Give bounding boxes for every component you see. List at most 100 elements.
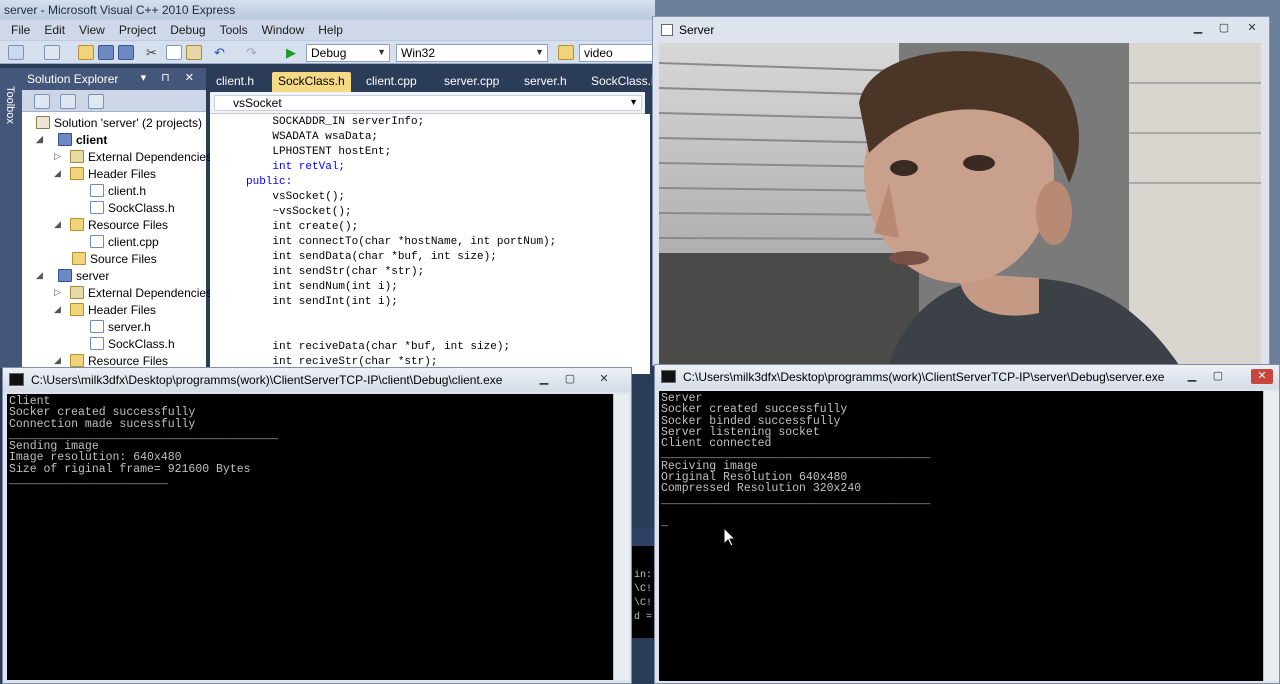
chevron-down-icon: ▼ <box>377 47 386 57</box>
menu-help[interactable]: Help <box>311 20 350 40</box>
save-icon[interactable] <box>98 45 114 60</box>
header-file-icon <box>90 320 104 333</box>
mouse-cursor-icon <box>724 528 736 547</box>
minimize-button[interactable]: ▁ <box>533 372 555 387</box>
header-file-icon <box>90 337 104 350</box>
code-line: int reciveData(char *buf, int size); <box>246 341 511 353</box>
menu-file[interactable]: File <box>4 20 37 40</box>
dependencies-icon <box>70 286 84 299</box>
background-console-peek: in: \C! \C! d = <box>630 528 656 638</box>
minimize-button[interactable]: ▁ <box>1187 21 1209 36</box>
tree-item-file[interactable]: client.cpp <box>90 233 159 250</box>
menu-project[interactable]: Project <box>112 20 163 40</box>
menu-tools[interactable]: Tools <box>213 20 255 40</box>
vertical-scrollbar[interactable] <box>1263 391 1279 681</box>
chevron-down-icon: ▼ <box>629 97 638 107</box>
window-icon <box>661 24 673 36</box>
maximize-button[interactable]: ▢ <box>1213 21 1235 36</box>
expand-icon[interactable]: ▷ <box>54 151 61 162</box>
menu-edit[interactable]: Edit <box>37 20 72 40</box>
maximize-button[interactable]: ▢ <box>1207 369 1229 384</box>
find-combo[interactable]: video <box>579 44 655 62</box>
cut-icon[interactable]: ✂ <box>146 45 162 60</box>
code-line: int create(); <box>246 221 359 233</box>
tree-item-external-deps[interactable]: ▷ External Dependencies <box>54 148 212 165</box>
add-item-icon[interactable] <box>44 45 60 60</box>
console-icon <box>9 373 24 386</box>
vertical-scrollbar[interactable] <box>613 394 629 680</box>
server-window-titlebar[interactable]: Server <box>653 17 1269 43</box>
server-console-window: C:\Users\milk3dfx\Desktop\programms(work… <box>654 364 1280 684</box>
menu-view[interactable]: View <box>72 20 112 40</box>
tree-item-resource-files[interactable]: ◢ Resource Files <box>54 216 168 233</box>
code-line: int connectTo(char *hostName, int portNu… <box>246 236 557 248</box>
solution-explorer-header: Solution Explorer ▾ ⊓ ✕ <box>22 68 206 90</box>
tree-item-file[interactable]: SockClass.h <box>90 335 175 352</box>
editor-tab-strip: client.h SockClass.h client.cpp server.c… <box>210 68 658 92</box>
panel-controls[interactable]: ▾ ⊓ ✕ <box>141 71 200 84</box>
vs-menu-bar: File Edit View Project Debug Tools Windo… <box>0 20 655 40</box>
maximize-button[interactable]: ▢ <box>559 372 581 387</box>
code-line: vsSocket(); <box>246 191 346 203</box>
collapse-icon[interactable]: ◢ <box>54 355 61 366</box>
tree-item-client-project[interactable]: ◢ client <box>36 131 107 148</box>
chevron-down-icon: ▼ <box>535 47 544 57</box>
close-button[interactable]: ✕ <box>1251 369 1273 384</box>
tab-server-h[interactable]: server.h <box>518 72 573 92</box>
new-project-icon[interactable] <box>8 45 24 60</box>
folder-icon <box>72 252 86 265</box>
configuration-select[interactable]: Debug ▼ <box>306 44 390 62</box>
header-file-icon <box>90 201 104 214</box>
copy-icon[interactable] <box>166 45 182 60</box>
collapse-icon[interactable]: ◢ <box>36 134 43 145</box>
code-line: SOCKADDR_IN serverInfo; <box>246 116 425 128</box>
tree-item-header-files[interactable]: ◢ Header Files <box>54 165 156 182</box>
type-scope-select[interactable]: vsSocket ▼ <box>214 95 642 111</box>
server-console-output: Server Socker created successfully Socke… <box>659 391 1263 681</box>
vs-toolbar: ✂ ↶ ↷ ▶ Debug ▼ Win32 ▼ video <box>0 40 655 64</box>
tree-item-solution[interactable]: Solution 'server' (2 projects) <box>36 114 202 131</box>
find-in-files-icon[interactable] <box>558 45 574 60</box>
open-file-icon[interactable] <box>78 45 94 60</box>
undo-icon[interactable]: ↶ <box>214 45 230 60</box>
tree-item-file[interactable]: SockClass.h <box>90 199 175 216</box>
menu-window[interactable]: Window <box>255 20 312 40</box>
toolbox-tab[interactable]: Toolbox <box>0 68 22 368</box>
tree-item-source-files[interactable]: Source Files <box>72 250 157 267</box>
properties-icon[interactable] <box>34 94 50 109</box>
redo-icon[interactable]: ↷ <box>246 45 262 60</box>
tab-client-h[interactable]: client.h <box>210 72 260 92</box>
console-icon <box>661 370 676 383</box>
code-editor[interactable]: SOCKADDR_IN serverInfo; WSADATA wsaData;… <box>210 114 650 374</box>
collapse-icon[interactable]: ◢ <box>54 168 61 179</box>
folder-icon <box>70 354 84 367</box>
editor-navigation-bar: vsSocket ▼ <box>210 92 645 114</box>
close-button[interactable]: ✕ <box>1241 21 1263 36</box>
tree-item-file[interactable]: server.h <box>90 318 151 335</box>
refresh-icon[interactable] <box>88 94 104 109</box>
save-all-icon[interactable] <box>118 45 134 60</box>
tree-item-file[interactable]: client.h <box>90 182 146 199</box>
show-all-files-icon[interactable] <box>60 94 76 109</box>
minimize-button[interactable]: ▁ <box>1181 369 1203 384</box>
tab-server-cpp[interactable]: server.cpp <box>438 72 505 92</box>
tab-sockclass-h[interactable]: SockClass.h <box>272 72 351 92</box>
solution-icon <box>36 116 50 129</box>
platform-select[interactable]: Win32 ▼ <box>396 44 548 62</box>
collapse-icon[interactable]: ◢ <box>36 270 43 281</box>
code-line: public: <box>246 176 293 188</box>
collapse-icon[interactable]: ◢ <box>54 304 61 315</box>
collapse-icon[interactable]: ◢ <box>54 219 61 230</box>
tree-item-header-files[interactable]: ◢ Header Files <box>54 301 156 318</box>
code-line: int retVal; <box>246 161 346 173</box>
paste-icon[interactable] <box>186 45 202 60</box>
start-debugging-icon[interactable]: ▶ <box>286 45 302 60</box>
dependencies-icon <box>70 150 84 163</box>
menu-debug[interactable]: Debug <box>163 20 212 40</box>
tab-client-cpp[interactable]: client.cpp <box>360 72 423 92</box>
close-button[interactable]: ✕ <box>593 372 615 387</box>
expand-icon[interactable]: ▷ <box>54 287 61 298</box>
tree-item-server-project[interactable]: ◢ server <box>36 267 109 284</box>
code-line: ~vsSocket(); <box>246 206 352 218</box>
tree-item-external-deps[interactable]: ▷ External Dependencies <box>54 284 212 301</box>
